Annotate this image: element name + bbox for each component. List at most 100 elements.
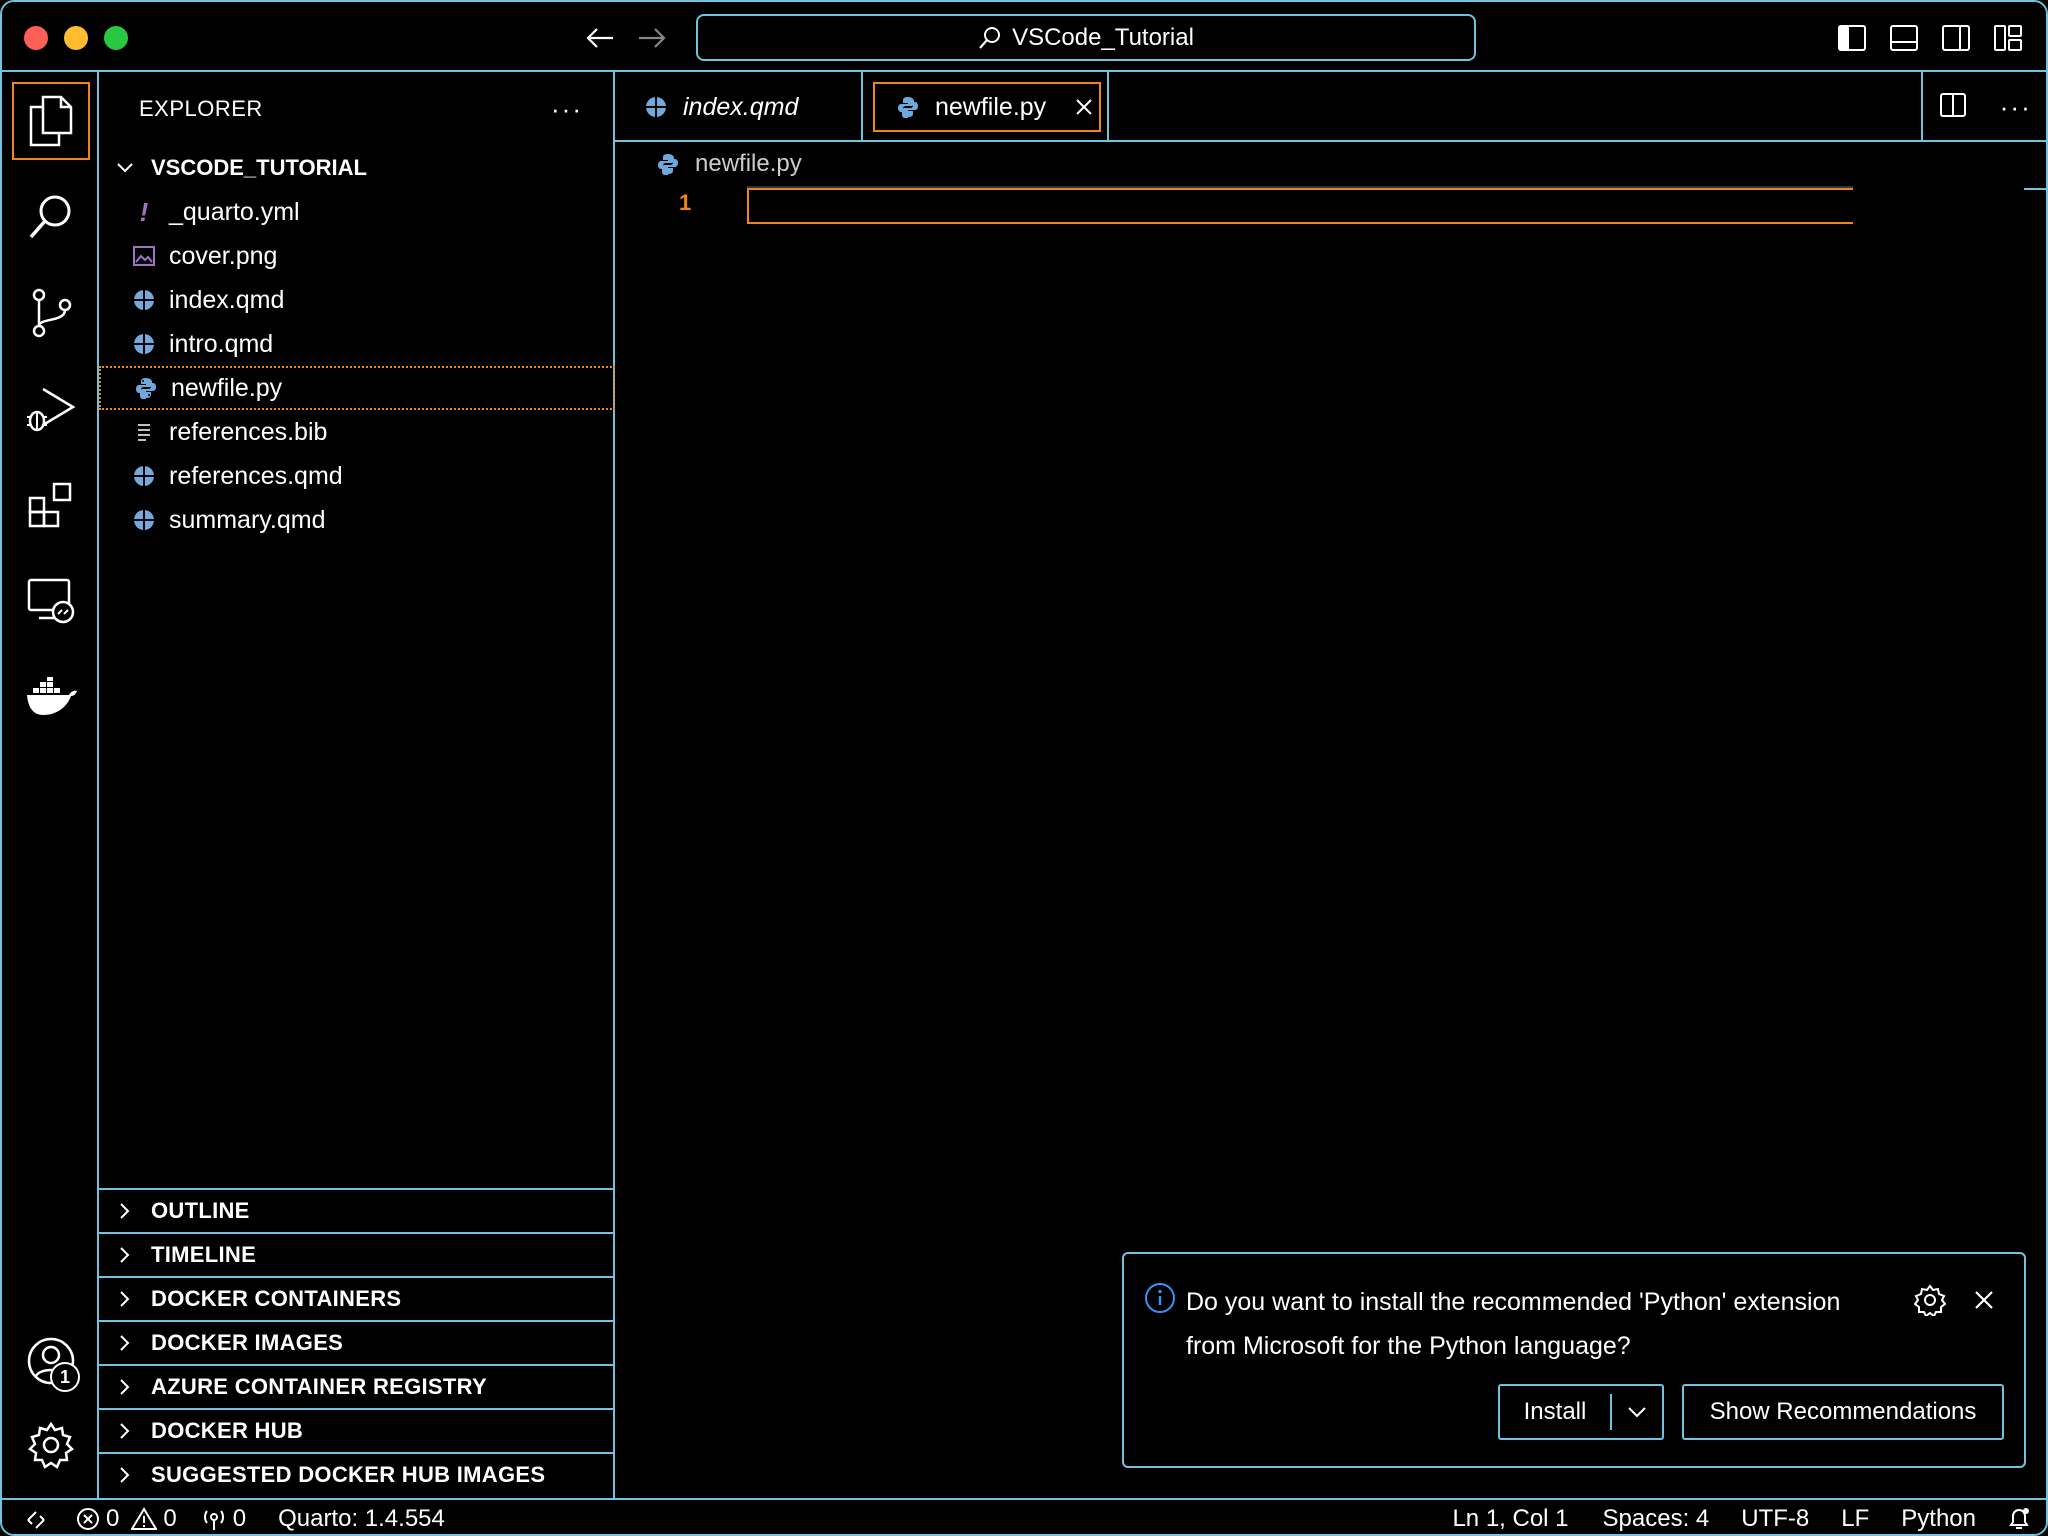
errors-count: 0 [106,1505,120,1532]
search-icon[interactable] [12,178,90,256]
accounts-icon[interactable]: 1 [12,1322,90,1400]
ports-indicator[interactable]: 0 [201,1499,246,1534]
extension-recommendation-toast: Do you want to install the recommended '… [1122,1252,2026,1468]
tab-label: newfile.py [935,92,1047,121]
file-item-summary-qmd[interactable]: summary.qmd [99,498,615,542]
panel-docker-hub[interactable]: DOCKER HUB [99,1408,615,1452]
more-actions-icon[interactable]: ··· [551,94,583,125]
python-icon [655,151,681,177]
panel-docker-images[interactable]: DOCKER IMAGES [99,1320,615,1364]
tab-bar: index.qmd newfile.py ··· [615,72,2046,142]
install-button[interactable]: Install [1498,1384,1664,1440]
customize-layout-icon[interactable] [1990,20,2026,56]
source-control-icon[interactable] [12,274,90,352]
end-of-line[interactable]: LF [1841,1499,1869,1534]
workspace-folder-label: VSCODE_TUTORIAL [151,155,367,180]
tab-index-qmd[interactable]: index.qmd [615,72,863,142]
chevron-right-icon [111,1422,139,1440]
chevron-right-icon [111,1290,139,1308]
panel-docker-containers[interactable]: DOCKER CONTAINERS [99,1276,615,1320]
panel-azure-container-registry[interactable]: AZURE CONTAINER REGISTRY [99,1364,615,1408]
panel-timeline[interactable]: TIMELINE [99,1232,615,1276]
tab-newfile-py[interactable]: newfile.py [873,82,1101,132]
quarto-version[interactable]: Quarto: 1.4.554 [278,1499,445,1534]
file-item-cover-png[interactable]: cover.png [99,234,615,278]
title-bar: VSCode_Tutorial [2,2,2046,72]
panel-label: DOCKER HUB [151,1418,304,1443]
panel-outline[interactable]: OUTLINE [99,1188,615,1232]
workspace-folder[interactable]: VSCODE_TUTORIAL [99,146,615,190]
text-lines-icon [129,417,159,447]
back-arrow-icon[interactable] [582,20,618,56]
panel-suggested-docker-hub-images[interactable]: SUGGESTED DOCKER HUB IMAGES [99,1452,615,1496]
run-debug-icon[interactable] [12,370,90,448]
image-icon [129,241,159,271]
quarto-icon [129,329,159,359]
chevron-right-icon [111,1466,139,1484]
file-item-index-qmd[interactable]: index.qmd [99,278,615,322]
extensions-icon[interactable] [12,466,90,544]
show-recommendations-button[interactable]: Show Recommendations [1682,1384,2004,1440]
manage-gear-icon[interactable] [12,1406,90,1484]
file-label: index.qmd [169,285,285,314]
toggle-primary-sidebar-icon[interactable] [1834,20,1870,56]
tab-label: index.qmd [683,92,799,121]
panel-label: TIMELINE [151,1242,257,1267]
more-actions-icon[interactable]: ··· [2000,92,2032,123]
notification-message: Do you want to install the recommended '… [1186,1288,1841,1360]
forward-arrow-icon[interactable] [634,20,670,56]
python-icon [895,94,921,120]
search-icon [979,26,1001,49]
editor-actions: ··· [1921,72,2046,142]
chevron-right-icon [111,1246,139,1264]
info-icon [1145,1283,1175,1313]
status-bar: 0 0 0 Quarto: 1.4.554 Ln 1, Col 1 Spaces… [2,1498,2046,1534]
quarto-icon [643,94,669,120]
file-label: intro.qmd [169,329,274,358]
language-mode[interactable]: Python [1901,1499,1976,1534]
panel-label: DOCKER CONTAINERS [151,1286,402,1311]
toggle-panel-icon[interactable] [1886,20,1922,56]
docker-icon[interactable] [12,658,90,736]
indentation[interactable]: Spaces: 4 [1603,1499,1710,1534]
file-item-references-qmd[interactable]: references.qmd [99,454,615,498]
maximize-window-button[interactable] [104,26,128,50]
split-editor-icon[interactable] [1939,92,1967,123]
command-center-label: VSCode_Tutorial [1012,23,1194,51]
chevron-down-icon[interactable] [1612,1406,1662,1418]
toggle-secondary-sidebar-icon[interactable] [1938,20,1974,56]
file-item-quarto-yml[interactable]: ! _quarto.yml [99,190,615,234]
explorer-sidebar: EXPLORER ··· VSCODE_TUTORIAL ! _quarto.y… [99,72,615,1498]
current-line-highlight[interactable] [747,188,1853,224]
remote-explorer-icon[interactable] [12,562,90,640]
yaml-icon: ! [139,196,149,227]
close-window-button[interactable] [24,26,48,50]
breadcrumb[interactable]: newfile.py [615,144,2046,184]
gear-icon[interactable] [1914,1284,1946,1316]
file-label: newfile.py [171,373,283,402]
python-icon [131,373,161,403]
broadcast-icon [203,1510,224,1530]
file-item-intro-qmd[interactable]: intro.qmd [99,322,615,366]
file-item-newfile-py[interactable]: newfile.py [99,366,615,410]
panel-label: AZURE CONTAINER REGISTRY [151,1374,487,1399]
warnings-count: 0 [163,1505,177,1532]
encoding[interactable]: UTF-8 [1741,1499,1809,1534]
close-icon[interactable] [1072,95,1096,119]
command-center-search[interactable]: VSCode_Tutorial [696,14,1476,61]
cursor-position[interactable]: Ln 1, Col 1 [1452,1499,1568,1534]
panel-label: OUTLINE [151,1198,250,1223]
chevron-down-icon [111,162,139,174]
vscode-window: VSCode_Tutorial 1 EXPLORER ··· VSCODE_TU… [0,0,2048,1536]
scrollbar[interactable] [2024,188,2046,190]
problems-indicator[interactable]: 0 0 [76,1499,177,1534]
install-label: Install [1523,1398,1587,1425]
file-item-references-bib[interactable]: references.bib [99,410,615,454]
files-icon[interactable] [12,82,90,160]
close-icon[interactable] [1968,1284,2000,1316]
notifications-bell-icon[interactable] [2006,1499,2032,1534]
chevron-right-icon [111,1378,139,1396]
chevron-right-icon [111,1334,139,1352]
minimize-window-button[interactable] [64,26,88,50]
remote-indicator-icon[interactable] [24,1499,50,1534]
